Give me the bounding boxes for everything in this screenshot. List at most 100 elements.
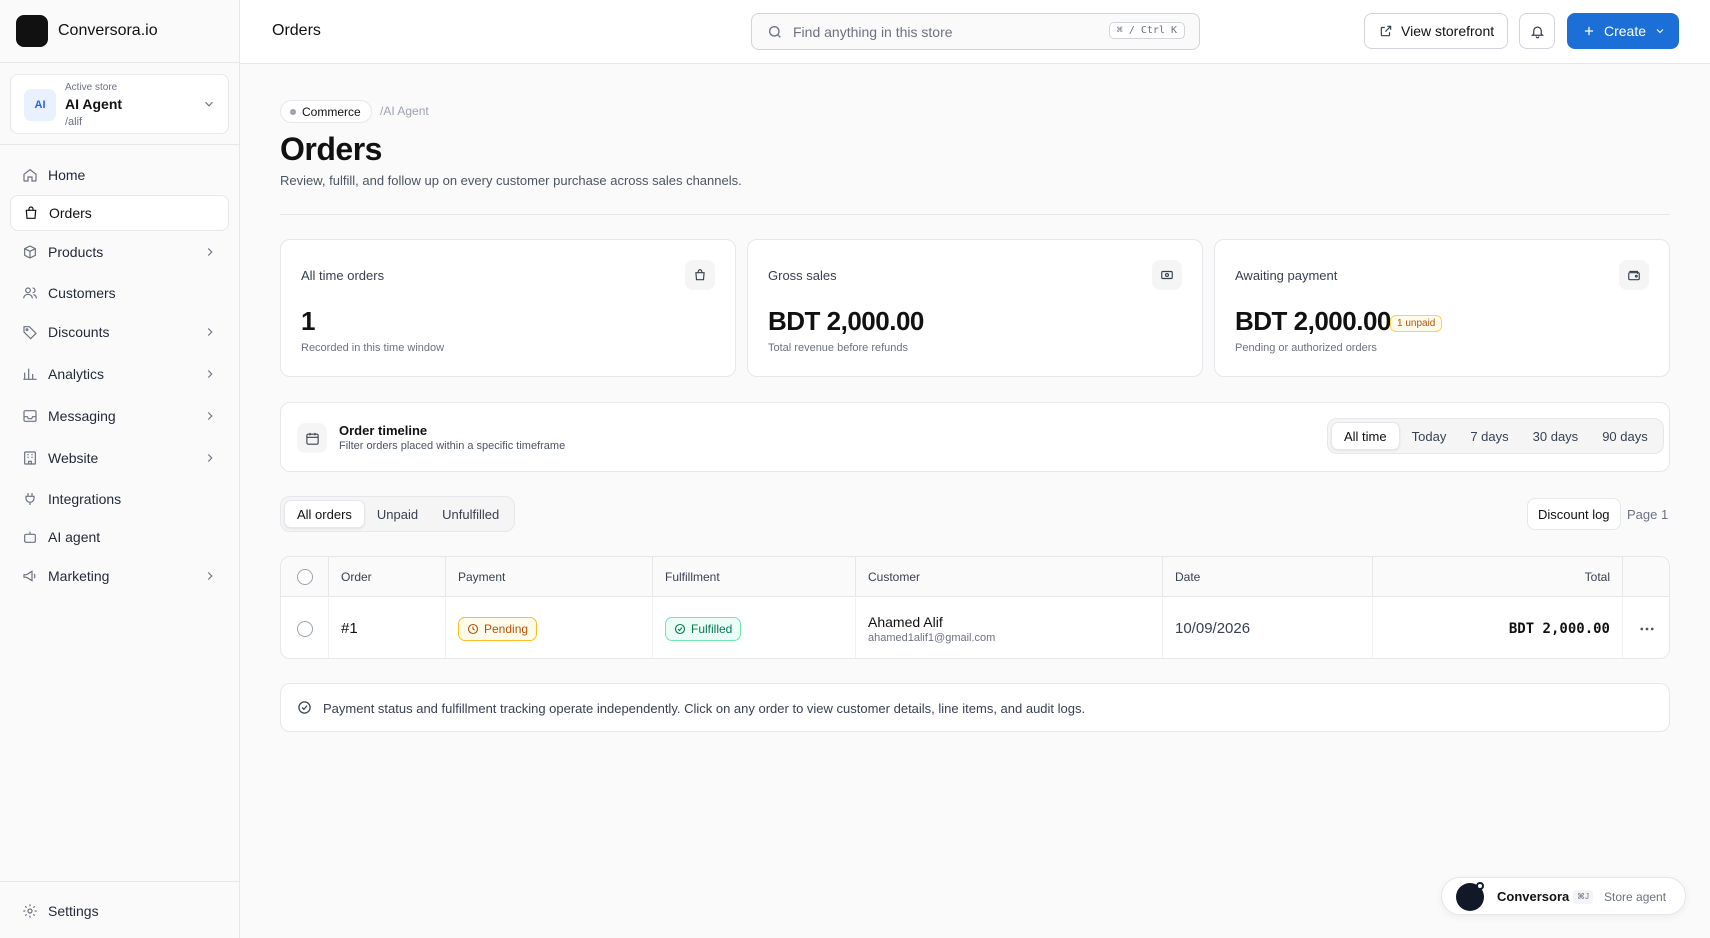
agent-name: Conversora — [1497, 889, 1570, 904]
breadcrumb-current: /AI Agent — [380, 104, 429, 118]
breadcrumb-chip[interactable]: Commerce — [280, 100, 372, 123]
stat-value: BDT 2,000.00 — [1235, 306, 1391, 336]
check-circle-icon — [674, 623, 686, 634]
brand[interactable]: Conversora.io — [0, 0, 239, 63]
chevron-right-icon — [207, 572, 213, 580]
external-link-icon — [1380, 25, 1392, 37]
store-avatar: AI — [24, 89, 56, 121]
create-label: Create — [1604, 23, 1647, 39]
stat-label: All time orders — [301, 268, 385, 283]
sidebar-item-label: Integrations — [48, 491, 122, 507]
chevron-right-icon — [207, 454, 213, 462]
sidebar-item-label: Products — [48, 244, 104, 260]
megaphone-icon — [23, 570, 36, 582]
chevron-down-icon — [1656, 29, 1664, 34]
notifications-button[interactable] — [1519, 13, 1555, 49]
select-all-checkbox[interactable] — [297, 569, 313, 585]
order-number[interactable]: #1 — [329, 598, 446, 658]
range-all-time[interactable]: All time — [1331, 422, 1400, 450]
order-total: BDT 2,000.00 — [1508, 620, 1610, 637]
agent-role: Store agent — [1604, 890, 1667, 904]
sidebar-item-settings[interactable]: Settings — [10, 893, 229, 929]
column-header-payment[interactable]: Payment — [446, 557, 653, 597]
sidebar-divider — [0, 144, 239, 145]
sidebar-item-website[interactable]: Website — [10, 440, 229, 476]
banknote-icon — [1152, 260, 1182, 290]
range-90-days[interactable]: 90 days — [1590, 422, 1660, 450]
timeline-title: Order timeline — [339, 423, 428, 438]
stat-note: Pending or authorized orders — [1235, 342, 1377, 354]
column-header-date[interactable]: Date — [1163, 557, 1373, 597]
tab-unpaid[interactable]: Unpaid — [365, 500, 430, 528]
top-bar: Orders ⌘ / Ctrl K View storefront Create — [240, 0, 1710, 64]
stat-value: 1 — [301, 306, 315, 336]
select-all-cell — [281, 557, 329, 597]
discount-log-button[interactable]: Discount log — [1527, 498, 1621, 530]
calendar-icon — [297, 423, 327, 453]
column-header-fulfillment[interactable]: Fulfillment — [653, 557, 856, 597]
payment-status-label: Pending — [484, 621, 529, 636]
stat-card-awaiting-payment: Awaiting payment BDT 2,000.00 1 unpaid P… — [1214, 239, 1670, 377]
column-header-total[interactable]: Total — [1373, 557, 1623, 597]
chevron-right-icon — [207, 328, 213, 336]
order-date: 10/09/2026 — [1163, 598, 1373, 658]
customer-name: Ahamed Alif — [868, 613, 943, 630]
search-icon — [769, 26, 781, 38]
stat-label: Gross sales — [768, 268, 837, 283]
sidebar: Conversora.io AI Active store AI Agent /… — [0, 0, 240, 938]
sidebar-item-discounts[interactable]: Discounts — [10, 314, 229, 350]
bar-chart-icon — [23, 368, 37, 380]
wallet-icon — [1619, 260, 1649, 290]
sidebar-item-integrations[interactable]: Integrations — [10, 481, 229, 517]
sidebar-item-analytics[interactable]: Analytics — [10, 356, 229, 392]
column-header-order[interactable]: Order — [329, 557, 446, 597]
sidebar-item-home[interactable]: Home — [10, 157, 229, 193]
chevron-right-icon — [207, 412, 213, 420]
timeline-range-selector: All time Today 7 days 30 days 90 days — [1327, 418, 1664, 454]
sidebar-item-label: Analytics — [48, 366, 105, 382]
sidebar-item-customers[interactable]: Customers — [10, 275, 229, 311]
bag-icon — [25, 206, 37, 219]
sidebar-item-orders[interactable]: Orders — [10, 195, 229, 231]
main-content: Commerce /AI Agent Orders Review, fulfil… — [240, 64, 1710, 938]
more-horizontal-icon[interactable] — [1638, 620, 1656, 638]
range-7-days[interactable]: 7 days — [1458, 422, 1520, 450]
sidebar-item-ai-agent[interactable]: AI agent — [10, 519, 229, 555]
view-storefront-label: View storefront — [1401, 23, 1495, 39]
stat-card-gross-sales: Gross sales BDT 2,000.00 Total revenue b… — [747, 239, 1203, 377]
sidebar-item-products[interactable]: Products — [10, 234, 229, 270]
sidebar-item-messaging[interactable]: Messaging — [10, 398, 229, 434]
range-today[interactable]: Today — [1400, 422, 1459, 450]
gear-icon — [23, 904, 37, 918]
unpaid-badge: 1 unpaid — [1390, 315, 1443, 332]
range-30-days[interactable]: 30 days — [1521, 422, 1591, 450]
sidebar-item-label: Marketing — [48, 568, 110, 584]
sidebar-item-label: Discounts — [48, 324, 110, 340]
search-input[interactable] — [793, 22, 1093, 42]
users-icon — [23, 287, 37, 299]
box-icon — [24, 245, 36, 259]
inbox-icon — [23, 410, 37, 422]
store-switcher[interactable]: AI Active store AI Agent /alif — [10, 74, 229, 134]
clock-icon — [467, 623, 479, 634]
store-agent-launcher[interactable]: Conversora ⌘J Store agent — [1441, 877, 1686, 915]
building-icon — [24, 451, 36, 465]
view-storefront-button[interactable]: View storefront — [1364, 13, 1508, 49]
brand-logo — [16, 15, 48, 47]
tab-all-orders[interactable]: All orders — [284, 500, 365, 528]
column-header-customer[interactable]: Customer — [856, 557, 1163, 597]
create-button[interactable]: Create — [1567, 13, 1679, 49]
search-box[interactable]: ⌘ / Ctrl K — [751, 13, 1200, 50]
sidebar-item-label: AI agent — [48, 529, 101, 545]
column-header-actions — [1623, 557, 1669, 597]
home-icon — [23, 168, 37, 182]
sidebar-item-label: Website — [48, 450, 99, 466]
total-cell: BDT 2,000.00 — [1373, 598, 1623, 658]
customer-cell: Ahamed Alif ahamed1alif1@gmail.com — [856, 598, 1163, 658]
bell-icon — [1530, 26, 1544, 38]
sidebar-item-marketing[interactable]: Marketing — [10, 558, 229, 594]
breadcrumb-chip-label: Commerce — [302, 104, 361, 119]
sidebar-item-label: Orders — [49, 205, 92, 221]
tab-unfulfilled[interactable]: Unfulfilled — [430, 500, 511, 528]
row-checkbox[interactable] — [297, 620, 313, 637]
